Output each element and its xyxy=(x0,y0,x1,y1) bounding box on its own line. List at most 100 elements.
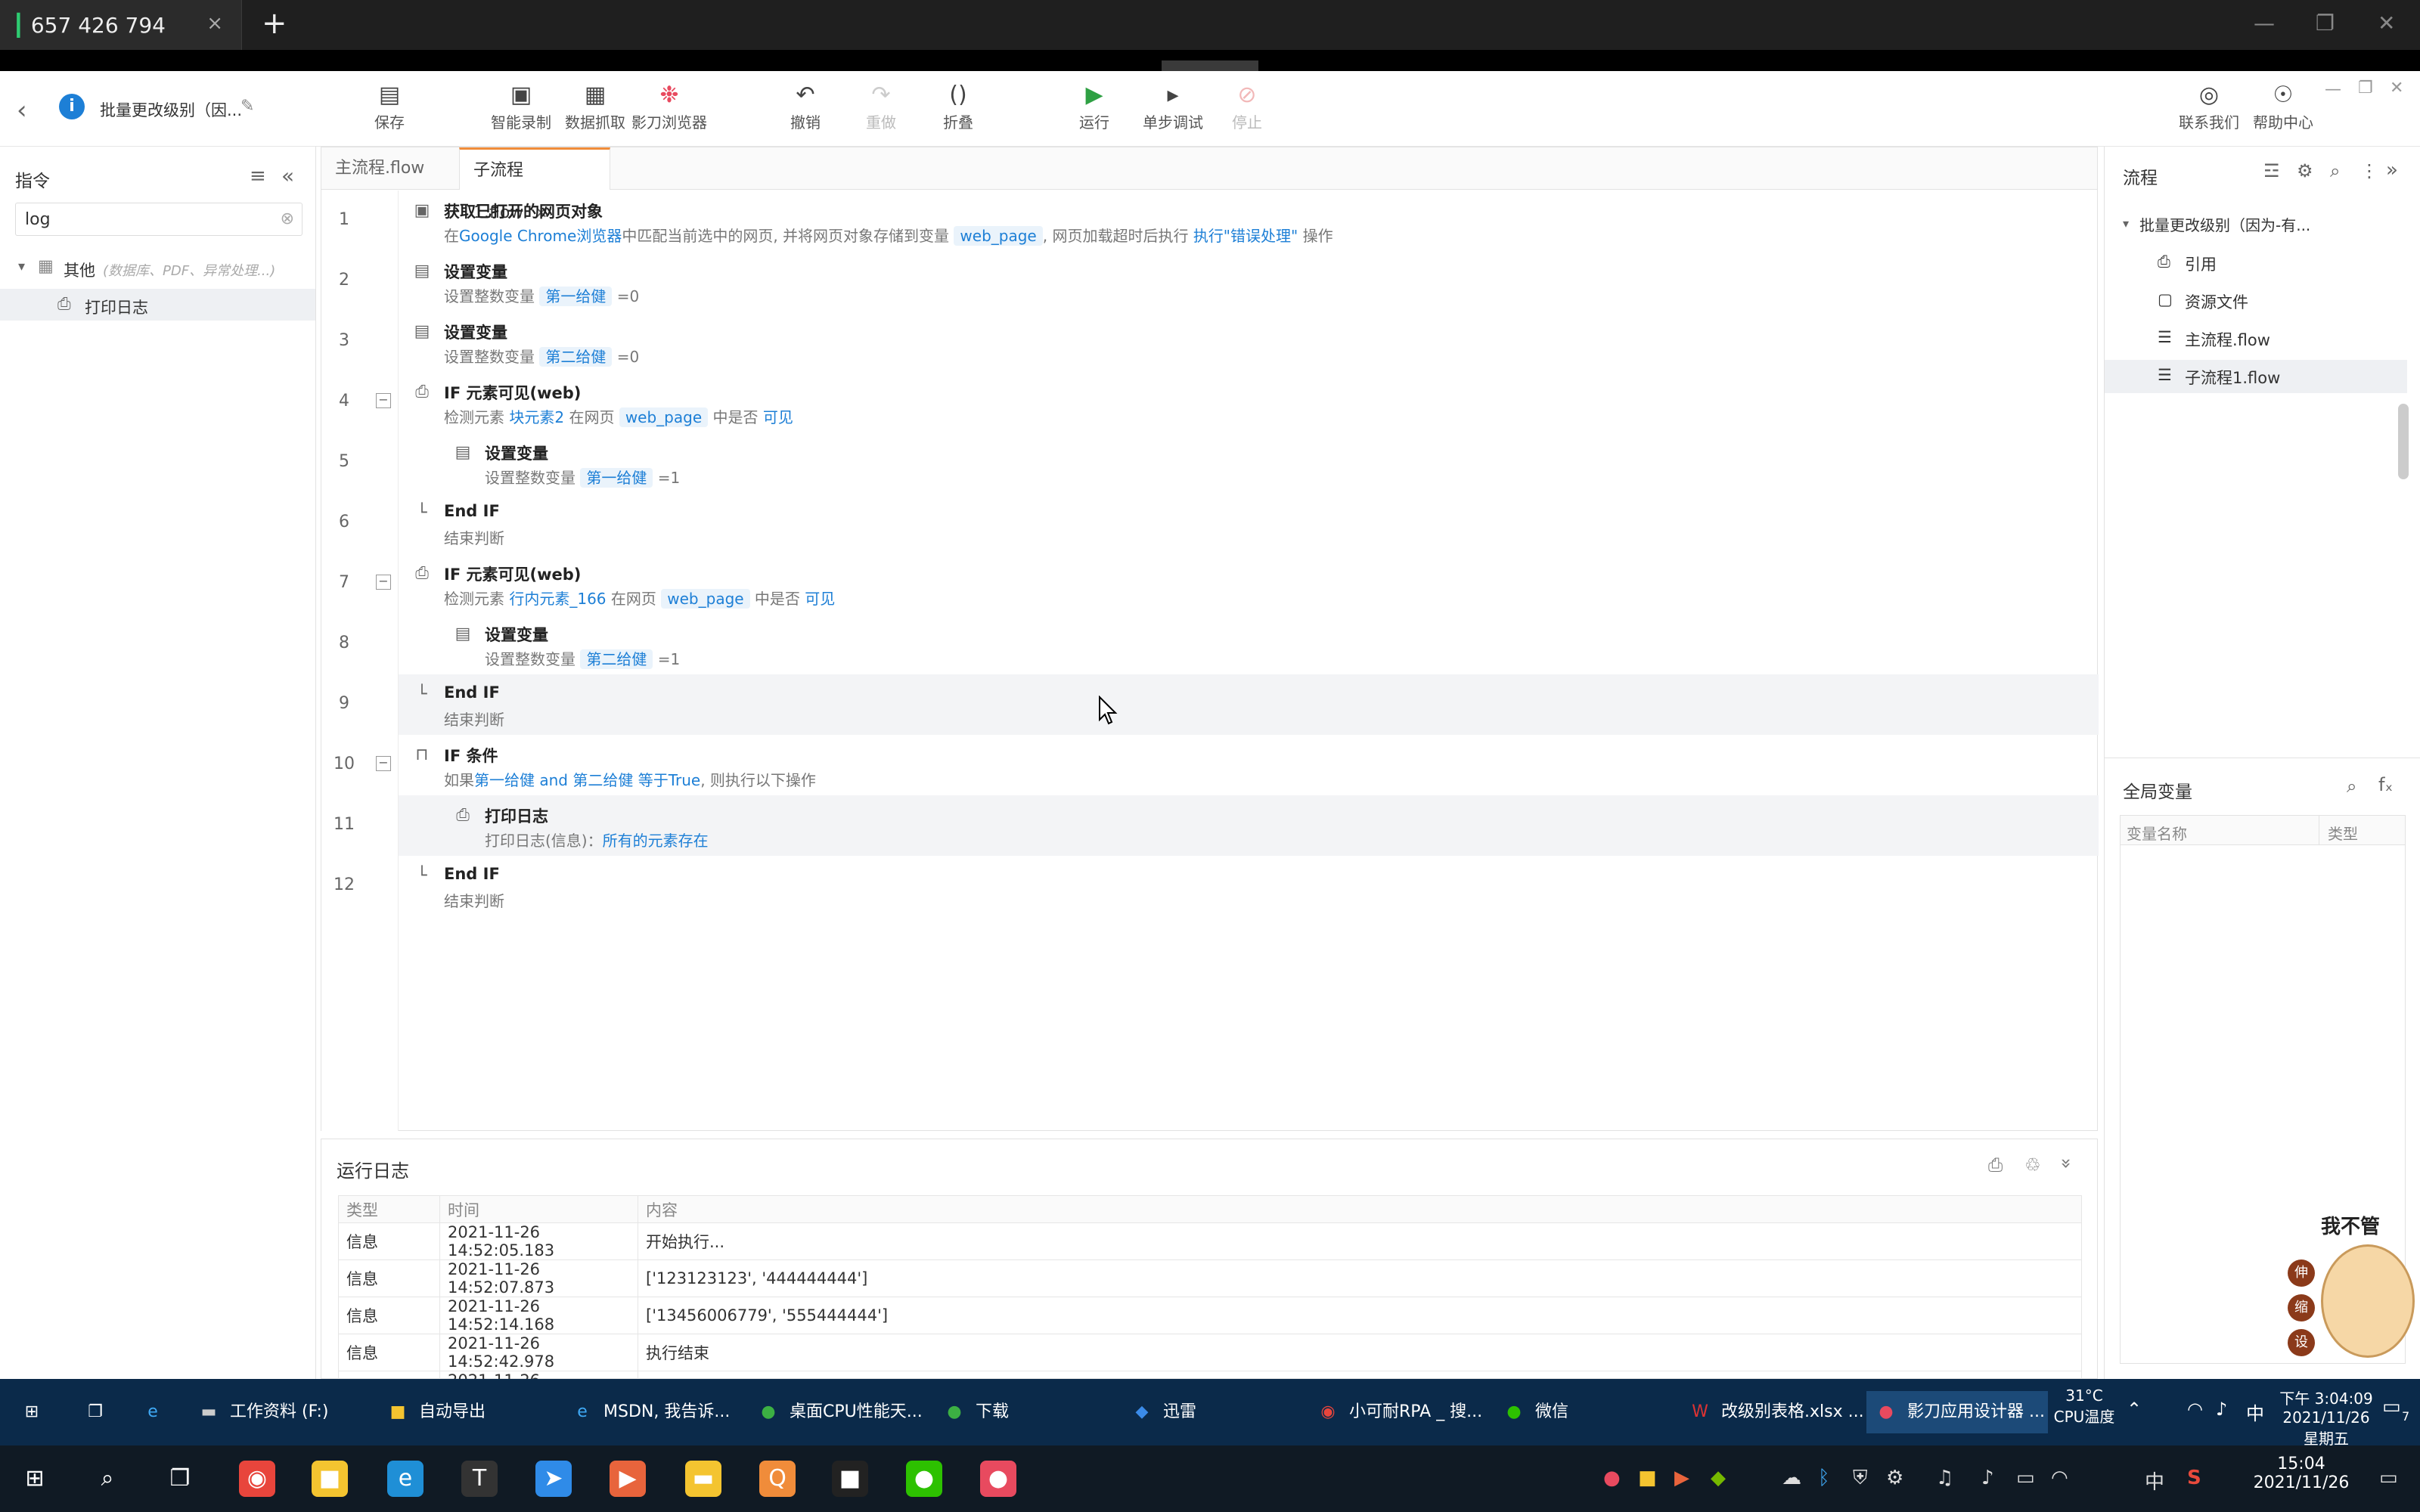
sort-icon[interactable]: ≡ xyxy=(250,165,266,187)
step-param[interactable]: 块元素2 xyxy=(509,408,564,426)
taskbar-item[interactable]: ■ 自动导出 xyxy=(378,1391,560,1433)
variable-pill[interactable]: web_page xyxy=(619,407,709,427)
fold-toggle-icon[interactable]: − xyxy=(376,575,391,590)
typora-icon[interactable]: T xyxy=(461,1461,498,1497)
settings-icon[interactable]: ⚙ xyxy=(2297,160,2313,181)
back-icon[interactable]: ‹ xyxy=(17,95,27,125)
flow-step[interactable]: ▤ 设置变量 设置整数变量 第一给健 =0 xyxy=(399,251,2099,311)
close-window-icon[interactable]: ✕ xyxy=(2378,11,2395,36)
onedrive-icon[interactable]: ☁ xyxy=(1782,1467,1801,1489)
app-minimize-icon[interactable]: — xyxy=(2325,80,2341,99)
tree-root-label[interactable]: 批量更改级别（因为-有... xyxy=(2139,213,2310,235)
export-log-icon[interactable]: ⎙ xyxy=(1988,1154,2003,1176)
tab-main-flow[interactable]: 主流程.flow xyxy=(321,147,458,190)
volume-tray-icon[interactable]: ♪ xyxy=(1981,1467,1994,1489)
log-row[interactable]: 信息 2021-11-26 14:52:42.978 执行结束 xyxy=(338,1334,2082,1371)
collapse-panel-icon[interactable]: « xyxy=(281,163,294,188)
feishu-icon[interactable]: ➤ xyxy=(535,1461,572,1497)
taskbar-item[interactable]: ● 桌面CPU性能天... xyxy=(749,1391,930,1433)
terminal-icon[interactable]: ■ xyxy=(832,1461,868,1497)
variable-pill[interactable]: 第二给健 xyxy=(580,649,653,669)
local-clock[interactable]: 15:04 2021/11/26 xyxy=(2245,1455,2358,1492)
variable-pill[interactable]: 第二给健 xyxy=(539,347,613,367)
flow-step[interactable]: ▤ 设置变量 设置整数变量 第二给健 =0 xyxy=(399,311,2099,372)
sogou-ime-icon[interactable]: S xyxy=(2187,1467,2201,1489)
close-session-icon[interactable]: × xyxy=(206,12,223,35)
stop-button[interactable]: ⊘ 停止 xyxy=(1205,80,1289,132)
taskbar-item[interactable]: W 改级别表格.xlsx ... xyxy=(1680,1391,1863,1433)
flow-step[interactable]: └ End IF 结束判断 xyxy=(399,856,2099,916)
taskbar-item[interactable]: ◉ 小可耐RPA _ 搜... xyxy=(1308,1391,1490,1433)
yingdao-icon[interactable]: ● xyxy=(980,1461,1016,1497)
search-app-icon[interactable]: Q xyxy=(759,1461,796,1497)
search-icon[interactable]: ⌕ xyxy=(89,1461,126,1497)
taskbar-item[interactable]: ▬ 工作资料 (F:) xyxy=(189,1391,371,1433)
step-param[interactable]: 行内元素_166 xyxy=(509,590,606,608)
windows-start-icon[interactable]: ⊞ xyxy=(17,1461,53,1497)
flow-step[interactable]: ▣ 获取已打开的网页对象 在Google Chrome浏览器中匹配当前选中的网页, … xyxy=(399,191,2099,251)
step-param[interactable]: 第一给健 and 第二给健 等于True xyxy=(474,771,700,789)
command-item-print-log[interactable]: ⎙ 打印日志 xyxy=(0,289,315,321)
tree-item[interactable]: ☰ 主流程.flow xyxy=(2105,322,2407,355)
variable-pill[interactable]: 第一给健 xyxy=(580,468,653,488)
list-icon[interactable]: ☲ xyxy=(2263,160,2280,181)
flow-step[interactable]: ⎙ IF 元素可见(web) 检测元素 行内元素_166 在网页 web_page … xyxy=(399,553,2099,614)
run-button[interactable]: ▶ 运行 xyxy=(1053,80,1136,132)
step-param[interactable]: 可见 xyxy=(805,590,835,608)
chrome-icon[interactable]: ◉ xyxy=(239,1461,275,1497)
tree-expand-icon[interactable]: ▾ xyxy=(2123,216,2129,231)
app-close-icon[interactable]: ✕ xyxy=(2390,79,2403,98)
app-tray-icon[interactable]: ▶ xyxy=(1674,1467,1689,1489)
step-param[interactable]: Google Chrome浏览器 xyxy=(459,227,622,245)
step-param[interactable]: 所有的元素存在 xyxy=(603,832,709,850)
save-button[interactable]: ▤ 保存 xyxy=(348,80,431,132)
sticky-notes-icon[interactable]: ■ xyxy=(312,1461,348,1497)
log-row[interactable]: 信息 2021-11-26 14:52:07.873 ['123123123', '… xyxy=(338,1259,2082,1297)
remote-clock[interactable]: 下午 3:04:09 2021/11/26 星期五 xyxy=(2273,1387,2379,1448)
taskbar-item[interactable]: ● 下载 xyxy=(935,1391,1116,1433)
browser-button[interactable]: ❉ 影刀浏览器 xyxy=(628,80,711,132)
network-tray-icon[interactable]: ⚙ xyxy=(1886,1467,1903,1489)
flow-step[interactable]: ⊓ IF 条件 如果第一给健 and 第二给健 等于True, 则执行以下操作 xyxy=(399,735,2099,795)
folder-tray-icon[interactable]: ■ xyxy=(1638,1467,1657,1489)
wechat-icon[interactable]: ● xyxy=(906,1461,942,1497)
command-search-box[interactable]: log ⊗ xyxy=(15,203,302,236)
app-maximize-icon[interactable]: ❐ xyxy=(2358,79,2373,98)
variable-pill[interactable]: 第一给健 xyxy=(539,287,613,306)
task-view-icon[interactable]: ❐ xyxy=(162,1461,198,1497)
help-button[interactable]: ☉ 帮助中心 xyxy=(2242,80,2325,132)
category-other[interactable]: ▾ ▦ 其他 (数据库、PDF、异常处理...) xyxy=(15,256,302,283)
volume-icon[interactable]: ♪ xyxy=(2216,1399,2227,1420)
taskbar-item[interactable]: ❐ xyxy=(76,1391,124,1433)
collapse-right-icon[interactable]: » xyxy=(2386,159,2398,181)
step-param[interactable]: 可见 xyxy=(763,408,793,426)
tab-subflow-1[interactable]: 子流程1.flow × xyxy=(459,147,610,222)
redo-button[interactable]: ↷ 重做 xyxy=(839,80,923,132)
command-search-input[interactable]: log xyxy=(25,210,51,229)
edit-title-icon[interactable]: ✎ xyxy=(240,97,254,116)
new-session-button[interactable]: + xyxy=(262,6,287,41)
fold-button[interactable]: () 折叠 xyxy=(917,80,1000,132)
contact-button[interactable]: ◎ 联系我们 xyxy=(2167,80,2251,132)
yingdao-tray-icon[interactable]: ● xyxy=(1603,1467,1621,1489)
data-capture-button[interactable]: ▦ 数据抓取 xyxy=(554,80,637,132)
clear-log-icon[interactable]: ♲ xyxy=(2024,1154,2041,1176)
flow-step[interactable]: ▤ 设置变量 设置整数变量 第一给健 =1 xyxy=(399,432,2099,493)
taskbar-item[interactable]: ● 微信 xyxy=(1494,1391,1676,1433)
taskbar-item[interactable]: ◆ 迅雷 xyxy=(1122,1391,1304,1433)
action-center-icon[interactable]: ▭ xyxy=(2379,1467,2398,1489)
search-icon[interactable]: ⌕ xyxy=(2330,160,2340,181)
log-row[interactable]: 信息 2021-11-26 14:52:05.183 开始执行... xyxy=(338,1222,2082,1260)
security-icon[interactable]: ⛨ xyxy=(1853,1467,1868,1490)
battery-icon[interactable]: ▭ xyxy=(2016,1467,2035,1489)
remote-session-tab[interactable]: ┃ 657 426 794 × xyxy=(0,0,242,50)
file-explorer-icon[interactable]: ▬ xyxy=(685,1461,721,1497)
taskbar-item[interactable]: ⊞ xyxy=(12,1391,60,1433)
flow-step[interactable]: └ End IF 结束判断 xyxy=(399,493,2099,553)
variable-pill[interactable]: web_page xyxy=(954,226,1043,246)
flow-step[interactable]: ⎙ IF 元素可见(web) 检测元素 块元素2 在网页 web_page 中是否 … xyxy=(399,372,2099,432)
more-icon[interactable]: ⋮ xyxy=(2360,160,2378,181)
edge-icon[interactable]: e xyxy=(387,1461,424,1497)
step-param[interactable]: 执行"错误处理" xyxy=(1193,227,1298,245)
undo-button[interactable]: ↶ 撤销 xyxy=(764,80,847,132)
